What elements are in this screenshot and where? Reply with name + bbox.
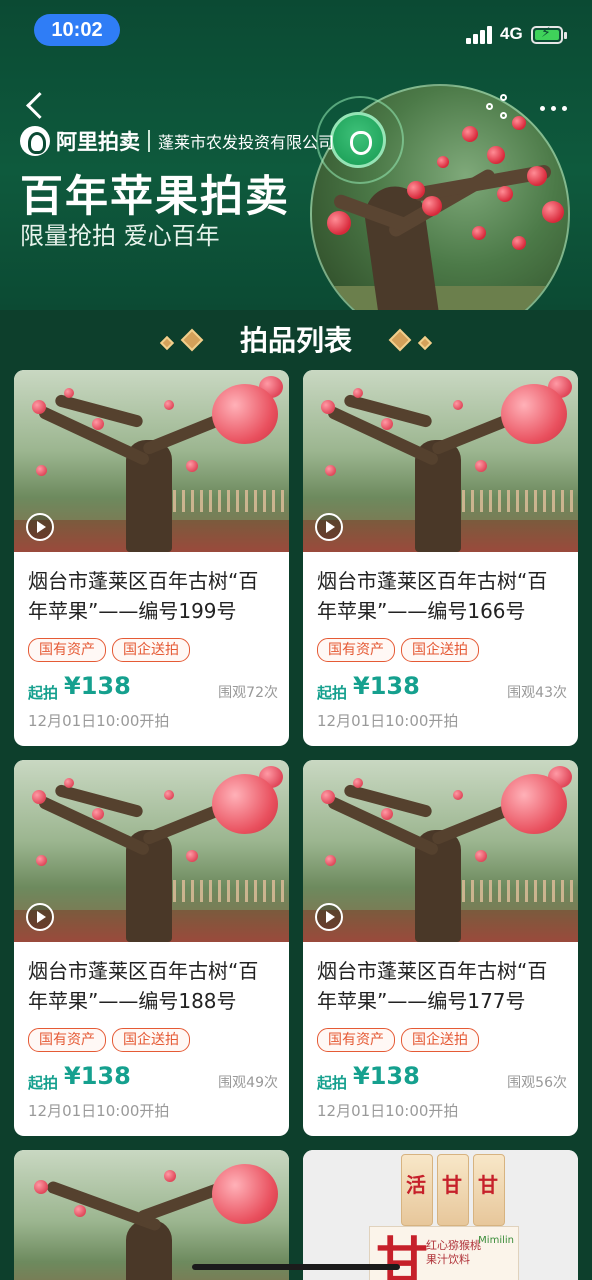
auction-item-card[interactable]: 烟台市蓬莱区百年古树“百年苹果”——编号177号 国有资产 国企送拍 起拍 ¥1…: [303, 760, 578, 1136]
price-row: 起拍 ¥138 围观72次: [28, 672, 278, 704]
view-count: 围观72次: [218, 685, 278, 701]
share-icon[interactable]: [486, 94, 512, 120]
item-photo: [14, 370, 289, 552]
starting-price: ¥138: [353, 1062, 420, 1090]
tag-soe-consign: 国企送拍: [401, 1028, 479, 1052]
tag-state-asset: 国有资产: [317, 1028, 395, 1052]
price-label: 起拍: [28, 684, 59, 702]
divider: [148, 130, 150, 152]
tag-soe-consign: 国企送拍: [112, 638, 190, 662]
auction-item-card[interactable]: 活 甘 甘 甘 红心猕猴桃果汁饮料 Mimilin: [303, 1150, 578, 1280]
status-bar: 10:02 4G ⚡: [0, 0, 592, 64]
gem-icon: [180, 328, 204, 352]
tag-list: 国有资产 国企送拍: [28, 638, 190, 662]
auction-start-time: 12月01日10:00开拍: [317, 1102, 459, 1120]
play-video-button[interactable]: [26, 513, 54, 541]
view-count: 围观49次: [218, 1075, 278, 1091]
item-title: 烟台市蓬莱区百年古树“百年苹果”——编号166号: [317, 569, 548, 623]
network-label: 4G: [500, 24, 523, 43]
item-photo: [14, 1150, 289, 1280]
starting-price: ¥138: [353, 672, 420, 700]
item-title: 烟台市蓬莱区百年古树“百年苹果”——编号199号: [28, 569, 259, 623]
hero-banner: 10:02 4G ⚡ 阿里拍卖 蓬莱市农发投资有限公司 百年苹果拍卖 限量抢拍 …: [0, 0, 592, 310]
price-label: 起拍: [28, 1074, 59, 1092]
auction-item-card[interactable]: 烟台市蓬莱区百年古树“百年苹果”——编号166号 国有资产 国企送拍 起拍 ¥1…: [303, 370, 578, 746]
tag-list: 国有资产 国企送拍: [28, 1028, 190, 1052]
apple-icon: [330, 112, 386, 168]
back-button[interactable]: [24, 92, 48, 122]
price-label: 起拍: [317, 1074, 348, 1092]
play-video-button[interactable]: [315, 903, 343, 931]
view-count: 围观43次: [507, 685, 567, 701]
brand-row: 阿里拍卖 蓬莱市农发投资有限公司: [20, 124, 334, 158]
starting-price: ¥138: [64, 1062, 131, 1090]
section-title: 拍品列表: [239, 324, 352, 357]
price-row: 起拍 ¥138 围观49次: [28, 1062, 278, 1094]
item-photo: [303, 370, 578, 552]
gem-icon: [417, 335, 433, 351]
tag-soe-consign: 国企送拍: [112, 1028, 190, 1052]
price-row: 起拍 ¥138 围观43次: [317, 672, 567, 704]
more-options-button[interactable]: [540, 104, 570, 114]
home-indicator: [192, 1264, 400, 1270]
play-video-button[interactable]: [26, 903, 54, 931]
signal-icon: [466, 26, 496, 44]
page-subtitle: 限量抢拍 爱心百年: [20, 222, 220, 250]
juice-product-photo: 活 甘 甘 甘 红心猕猴桃果汁饮料 Mimilin: [303, 1150, 578, 1280]
auction-start-time: 12月01日10:00开拍: [28, 712, 170, 730]
tag-state-asset: 国有资产: [317, 638, 395, 662]
price-label: 起拍: [317, 684, 348, 702]
tag-soe-consign: 国企送拍: [401, 638, 479, 662]
company-name: 蓬莱市农发投资有限公司: [158, 133, 335, 152]
auction-item-card[interactable]: 烟台市蓬莱区百年古树“百年苹果”——编号188号 国有资产 国企送拍 起拍 ¥1…: [14, 760, 289, 1136]
auction-start-time: 12月01日10:00开拍: [317, 712, 459, 730]
gem-icon: [159, 335, 175, 351]
play-video-button[interactable]: [315, 513, 343, 541]
gem-icon: [388, 328, 412, 352]
auction-item-card[interactable]: [14, 1150, 289, 1280]
item-title: 烟台市蓬莱区百年古树“百年苹果”——编号188号: [28, 959, 259, 1013]
status-time: 10:02: [34, 14, 120, 46]
item-photo: [14, 760, 289, 942]
section-header: 拍品列表: [0, 318, 592, 364]
tag-list: 国有资产 国企送拍: [317, 1028, 479, 1052]
alibaba-auction-logo-icon: [20, 126, 50, 156]
battery-icon: ⚡: [531, 25, 567, 44]
starting-price: ¥138: [64, 672, 131, 700]
tag-list: 国有资产 国企送拍: [317, 638, 479, 662]
view-count: 围观56次: [507, 1075, 567, 1091]
tag-state-asset: 国有资产: [28, 638, 106, 662]
item-photo: [303, 760, 578, 942]
auction-start-time: 12月01日10:00开拍: [28, 1102, 170, 1120]
price-row: 起拍 ¥138 围观56次: [317, 1062, 567, 1094]
auction-item-card[interactable]: 烟台市蓬莱区百年古树“百年苹果”——编号199号 国有资产 国企送拍 起拍 ¥1…: [14, 370, 289, 746]
item-title: 烟台市蓬莱区百年古树“百年苹果”——编号177号: [317, 959, 548, 1013]
brand-name: 阿里拍卖: [56, 130, 140, 154]
tag-state-asset: 国有资产: [28, 1028, 106, 1052]
page-title: 百年苹果拍卖: [20, 172, 290, 222]
